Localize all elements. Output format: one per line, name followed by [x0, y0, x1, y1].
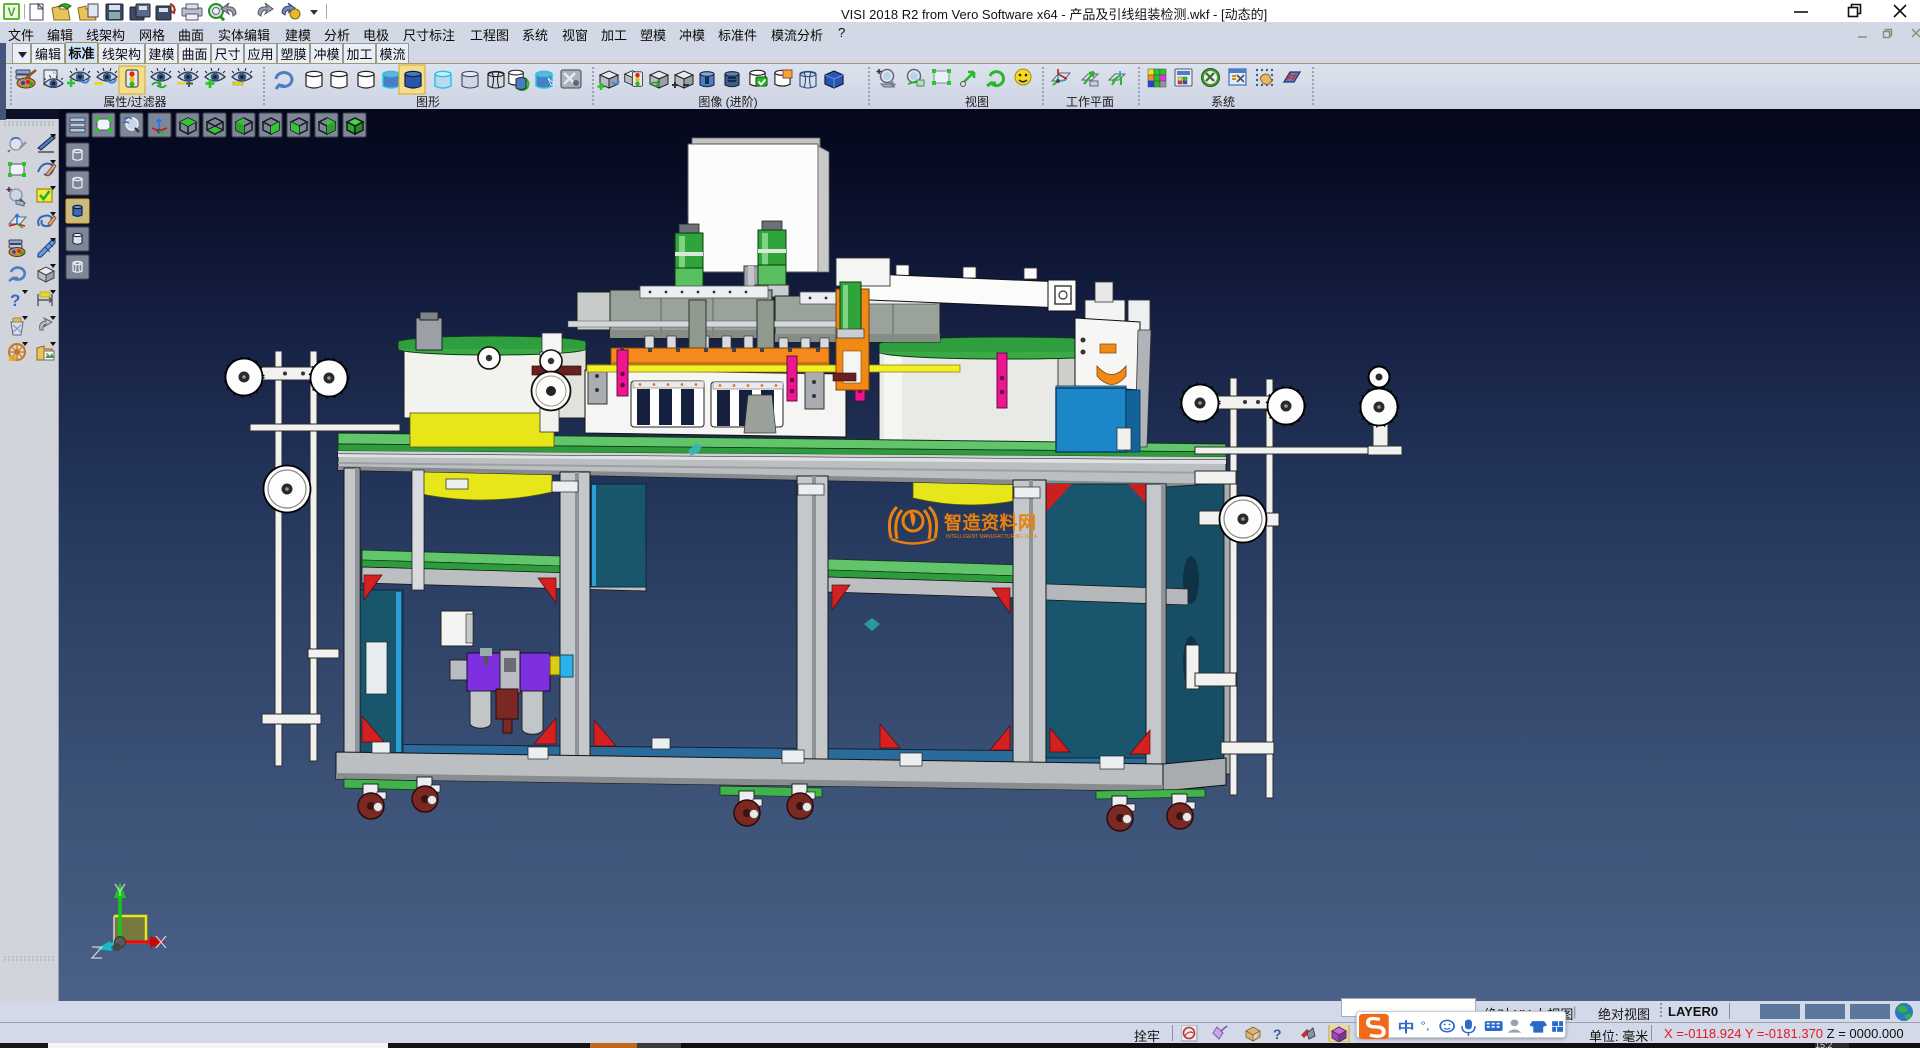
svg-text:?: ? — [1273, 1026, 1282, 1042]
svg-text:智造资料网: 智造资料网 — [944, 512, 1037, 533]
svg-text:中: 中 — [1398, 1018, 1415, 1035]
svg-text:INTELLIGENT MANUFACTURING DATA: INTELLIGENT MANUFACTURING DATA — [946, 534, 1038, 540]
svg-text:°,: °, — [1420, 1019, 1429, 1033]
